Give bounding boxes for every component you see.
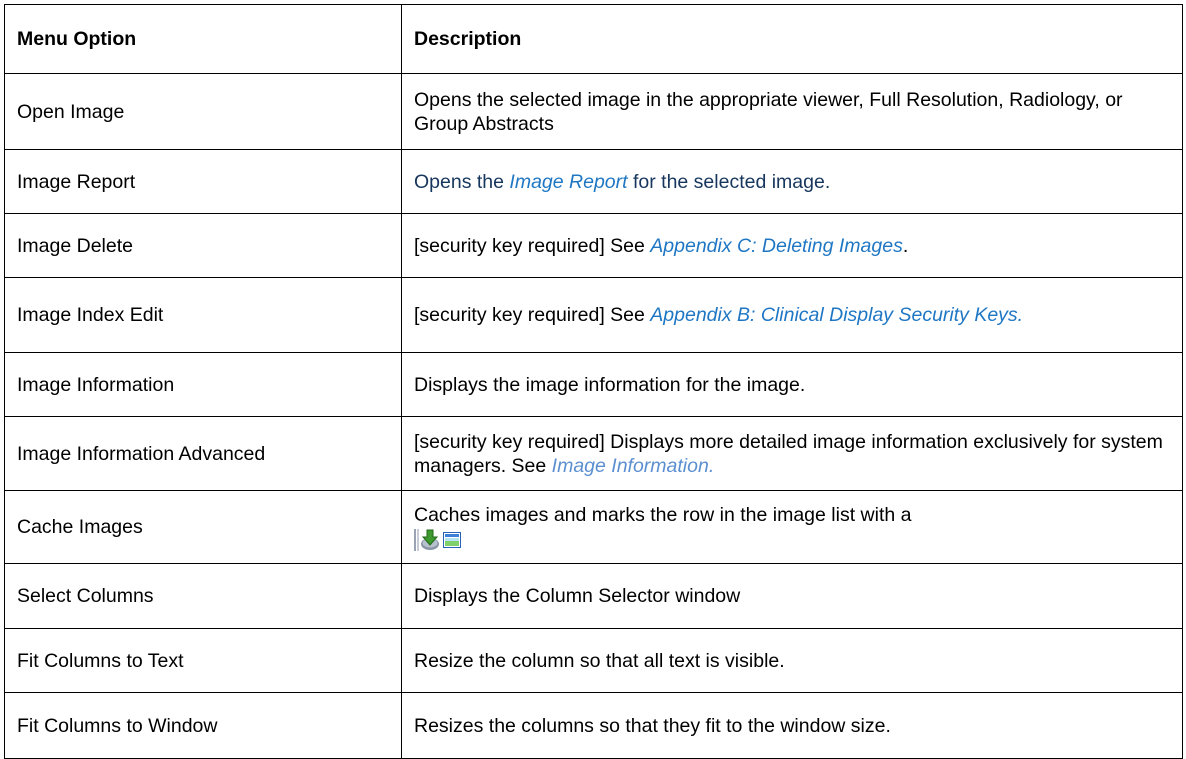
description-cell: Opens the selected image in the appropri… — [401, 73, 1183, 150]
description-cell: Caches images and marks the row in the i… — [401, 490, 1183, 564]
appendix-b-link[interactable]: Appendix B: Clinical Display Security Ke… — [650, 304, 1023, 326]
menu-option-cell: Open Image — [4, 73, 402, 150]
table-row: Image Index Edit [security key required]… — [4, 277, 1183, 353]
menu-option-cell: Fit Columns to Window — [4, 692, 402, 759]
description-text: for the selected image. — [627, 170, 831, 193]
table-row: Select Columns Displays the Column Selec… — [4, 563, 1183, 629]
appendix-c-link[interactable]: Appendix C: Deleting Images — [650, 235, 903, 257]
table-row: Image Delete [security key required] See… — [4, 213, 1183, 278]
table-row: Fit Columns to Window Resizes the column… — [4, 692, 1183, 759]
description-cell: [security key required] See Appendix C: … — [401, 213, 1183, 278]
description-text: Opens the — [414, 170, 510, 193]
description-cell: Opens the Image Report for the selected … — [401, 149, 1183, 214]
description-text: . — [902, 234, 909, 257]
image-report-link[interactable]: Image Report — [509, 171, 627, 193]
image-information-link[interactable]: Image Information. — [552, 455, 715, 477]
table-row: Open Image Opens the selected image in t… — [4, 73, 1183, 150]
menu-option-cell: Fit Columns to Text — [4, 628, 402, 693]
menu-option-cell: Image Information — [4, 352, 402, 417]
table-row: Cache Images Caches images and marks the… — [4, 490, 1183, 564]
description-text: [security key required] Displays more de… — [414, 430, 1163, 477]
header-menu-option: Menu Option — [4, 4, 402, 74]
menu-option-cell: Image Information Advanced — [4, 416, 402, 491]
description-cell: Displays the image information for the i… — [401, 352, 1183, 417]
description-cell: Resize the column so that all text is vi… — [401, 628, 1183, 693]
menu-option-cell: Image Index Edit — [4, 277, 402, 353]
description-cell: [security key required] See Appendix B: … — [401, 277, 1183, 353]
table-row: Image Information Displays the image inf… — [4, 352, 1183, 417]
menu-option-cell: Cache Images — [4, 490, 402, 564]
header-description: Description — [401, 4, 1183, 74]
menu-option-cell: Image Report — [4, 149, 402, 214]
description-cell: Displays the Column Selector window — [401, 563, 1183, 629]
image-thumbnail-icon — [443, 532, 461, 549]
menu-option-cell: Select Columns — [4, 563, 402, 629]
menu-options-table: Menu Option Description Open Image Opens… — [4, 4, 1183, 759]
table-row: Fit Columns to Text Resize the column so… — [4, 628, 1183, 693]
description-cell: [security key required] Displays more de… — [401, 416, 1183, 491]
table-row: Image Report Opens the Image Report for … — [4, 149, 1183, 214]
table-row: Image Information Advanced [security key… — [4, 416, 1183, 491]
menu-option-cell: Image Delete — [4, 213, 402, 278]
table-header-row: Menu Option Description — [4, 4, 1183, 74]
description-cell: Resizes the columns so that they fit to … — [401, 692, 1183, 759]
description-text: [security key required] See — [414, 304, 651, 326]
description-text: Caches images and marks the row in the i… — [414, 503, 912, 526]
description-text: [security key required] See — [414, 234, 651, 257]
cache-download-icon — [414, 529, 440, 552]
cache-icon-group — [414, 529, 461, 552]
